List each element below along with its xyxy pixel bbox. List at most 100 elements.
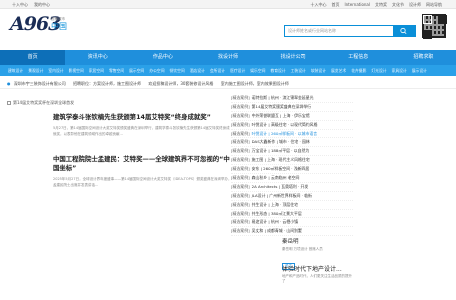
nav-find-designer[interactable]: 找设计师 [195, 50, 260, 65]
subnav-item[interactable]: 建筑设计 [8, 68, 23, 73]
top-link-idea-tops[interactable]: 艾特奖 [375, 0, 387, 9]
volume-icon: ● [7, 81, 11, 86]
case-title[interactable]: 森山秋乡 | 云南临州 老空间 [252, 175, 300, 180]
case-list-item[interactable]: [精选案例] 万宝设计 | 188㎡平层 · 以自然为 [231, 147, 353, 157]
ticker-item[interactable]: 室内施工图设计师，室内效果图设计师 [221, 81, 289, 86]
case-title[interactable]: 安东 | 260㎡样板空间 · 浅新四居 [252, 166, 310, 171]
case-title[interactable]: 诺特拉斯 | 杭州 · 滨江锦翠金延星光 [252, 95, 314, 100]
top-link-user-center[interactable]: 十入中心 [310, 0, 326, 9]
case-list-item[interactable]: [精选案例] 叶悦设计 | 260㎡样板间 · 以城市语言 [231, 130, 353, 139]
article-summary: 2025年5月27日，全球设计界年度盛事——第14届国际空间设计大奖艾特奖（ID… [53, 177, 232, 187]
article-title[interactable]: 建筑学泰斗张钦楠先生获颁第14届艾特奖“终身成就奖” [53, 113, 233, 122]
subnav-item[interactable]: 影视空间 [69, 68, 84, 73]
case-title[interactable]: 中外荣誉联盟互 | 上海 · 伊乐宝馆 [252, 113, 310, 118]
search-box[interactable]: 设计师姓名或行业网站名称 [284, 25, 416, 37]
broken-image-alt: 第14届艾特奖奖杯在深圳全球首发 [13, 100, 75, 105]
case-list-item[interactable]: [精选案例] JLA设计 | 广州新世界样板间 · 临街 [231, 192, 353, 201]
subnav-item[interactable]: 展览艺术 [331, 68, 346, 73]
search-button[interactable] [393, 26, 415, 36]
case-list-item[interactable]: [精选案例] 共生设计 | 上海 · 顶层住宅 [231, 201, 353, 210]
case-list-item[interactable]: [精选案例] 第14届艾特奖颁奖盛典在深圳举行 [231, 103, 353, 112]
top-link-home[interactable]: 首页 [331, 0, 339, 9]
top-link-designer[interactable]: 设计师 [409, 0, 421, 9]
designer-role: 秦岳明 万境设计 首席人员 [282, 247, 323, 251]
subnav-item[interactable]: 餐饮空间 [170, 68, 185, 73]
case-category: [精选案例] [231, 175, 250, 181]
top-link-mine[interactable]: 我的中心 [34, 0, 50, 9]
case-list-item[interactable]: [精选案例] 叶悦设计 | 高级住宅 · 以现代简约风格 [231, 121, 353, 130]
city-selector[interactable]: 投稿城市 中国 [51, 17, 77, 32]
top-utility-bar: 十入中心 我的中心 十入中心 首页 International 艾特奖 文化节 … [0, 0, 456, 9]
nav-jobs[interactable]: 招聘求职 [391, 50, 456, 65]
search-icon [400, 27, 407, 34]
search-input[interactable]: 设计师姓名或行业网站名称 [288, 26, 336, 36]
case-category: [精选案例] [231, 183, 250, 189]
subnav-item[interactable]: 展示设计 [412, 68, 427, 73]
subnav-item[interactable]: 医疗设计 [230, 68, 245, 73]
subnav-item[interactable]: 室内设计 [48, 68, 63, 73]
case-list-item[interactable]: [精选案例] DAS大鑫新作 | 城市 · 住宅 · 园林 [231, 138, 353, 148]
case-list-item[interactable]: [精选案例] 易迩设计 | 杭州 · 云栖小镇 [231, 218, 353, 228]
case-list-item[interactable]: [精选案例] 施工图 | 上海 · 现代主义风格住宅 [231, 156, 353, 166]
news-article[interactable]: 中国工程院院士孟建民：艾特奖——全球建筑界不可忽视的“中国坐标” 2025年5月… [53, 155, 233, 188]
subnav-item[interactable]: 教育设计 [270, 68, 285, 73]
case-title[interactable]: 共生设计 | 上海 · 顶层住宅 [252, 202, 298, 207]
case-category: [精选案例] [231, 201, 250, 207]
subnav-item[interactable]: 娱乐空间 [250, 68, 265, 73]
nav-works[interactable]: 作品中心 [130, 50, 195, 65]
case-title[interactable]: 易迩设计 | 杭州 · 云栖小镇 [252, 219, 298, 224]
case-list-item[interactable]: [精选案例] 中外荣誉联盟互 | 上海 · 伊乐宝馆 [231, 112, 353, 121]
top-left-links: 十入中心 我的中心 [12, 0, 50, 9]
subnav-item[interactable]: 会所设计 [210, 68, 225, 73]
top-link-festival[interactable]: 文化节 [392, 0, 404, 9]
ticker-item[interactable]: 欢迎投稿设计师，30套装修设计风格 [148, 81, 213, 86]
broken-image-icon [7, 100, 11, 105]
case-title[interactable]: DAS大鑫新作 | 城市 · 住宅 · 园林 [252, 139, 310, 144]
nav-news[interactable]: 资讯中心 [65, 50, 130, 65]
ticker-item[interactable]: 招聘职位：方案设计师，施工图设计师 [73, 81, 141, 86]
case-list-item[interactable]: [精选案例] 共生形态 | 380㎡江景大平层 [231, 210, 353, 219]
case-title[interactable]: 施工图 | 上海 · 现代主义风格住宅 [252, 157, 310, 162]
subnav-item[interactable]: 展示空间 [129, 68, 144, 73]
nav-home[interactable]: 首页 [0, 50, 66, 65]
case-title[interactable]: 吴丈和 | 成都青城 · 山间别墅 [252, 228, 302, 233]
case-title[interactable]: 万宝设计 | 188㎡平层 · 以自然为 [252, 148, 310, 153]
nav-find-company[interactable]: 找设计公司 [261, 50, 326, 65]
case-list-item[interactable]: [精选案例] 吴丈和 | 成都青城 · 山间别墅 [231, 227, 353, 237]
case-title[interactable]: 叶悦设计 | 260㎡样板间 · 以城市语言 [252, 131, 318, 136]
subnav-item[interactable]: 工装设计 [291, 68, 306, 73]
news-article[interactable]: 建筑学泰斗张钦楠先生获颁第14届艾特奖“终身成就奖” 5月27日，第14届国际空… [53, 113, 233, 137]
subnav-item[interactable]: 办公空间 [149, 68, 164, 73]
article-title[interactable]: 中国工程院院士孟建民：艾特奖——全球建筑界不可忽视的“中国坐标” [53, 155, 233, 173]
designer-name[interactable]: 秦岳明 [282, 238, 354, 246]
subnav-item[interactable]: 家具设计 [392, 68, 407, 73]
subnav-item[interactable]: 灯光设计 [371, 68, 386, 73]
case-title[interactable]: 第14届艾特奖颁奖盛典在深圳举行 [252, 104, 311, 109]
qr-code-image [422, 14, 446, 38]
subnav-item[interactable]: 酒店设计 [190, 68, 205, 73]
top-link-site-nav[interactable]: 网站导航 [426, 0, 442, 9]
case-title[interactable]: 2A Architects | 瓦奥塔利 · 开发 [252, 184, 309, 189]
feature-title[interactable]: 体验时代下地产设计... [282, 266, 354, 274]
case-title[interactable]: 叶悦设计 | 高级住宅 · 以现代简约风格 [252, 122, 318, 127]
subnav-item[interactable]: 软装设计 [311, 68, 326, 73]
subnav-item[interactable]: 零售空间 [109, 68, 124, 73]
case-title[interactable]: 共生形态 | 380㎡江景大平层 [252, 211, 302, 216]
subnav-item[interactable]: 景观设计 [28, 68, 43, 73]
case-list-item[interactable]: [精选案例] 2A Architects | 瓦奥塔利 · 开发 [231, 183, 353, 192]
case-category: [精选案例] [231, 219, 250, 225]
top-link-international[interactable]: International [344, 0, 370, 9]
top-link-personal[interactable]: 十入中心 [12, 0, 28, 9]
case-list-item[interactable]: [精选案例] 诺特拉斯 | 杭州 · 滨江锦翠金延星光 [231, 94, 353, 103]
case-list-item[interactable]: [精选案例] 森山秋乡 | 云南临州 老空间 [231, 174, 353, 183]
ticker-item[interactable]: 深圳市宇三装饰设计有限公司 [14, 81, 66, 86]
feature-article[interactable]: 体验时代下地产设计... 地产和产品时代，人们更关注生活品质的提升了 [282, 266, 354, 284]
broken-image[interactable]: 第14届艾特奖奖杯在深圳全球首发 [7, 99, 197, 107]
site-logo[interactable]: A963 [10, 13, 61, 39]
case-title[interactable]: JLA设计 | 广州新世界样板间 · 临街 [252, 193, 312, 198]
nav-projects[interactable]: 工程信息 [326, 50, 391, 65]
subnav-item[interactable]: 花卉摄影 [351, 68, 366, 73]
case-list-item[interactable]: [精选案例] 安东 | 260㎡样板空间 · 浅新四居 [231, 165, 353, 175]
subnav-item[interactable]: 家居空间 [89, 68, 104, 73]
right-sidebar [357, 94, 451, 300]
